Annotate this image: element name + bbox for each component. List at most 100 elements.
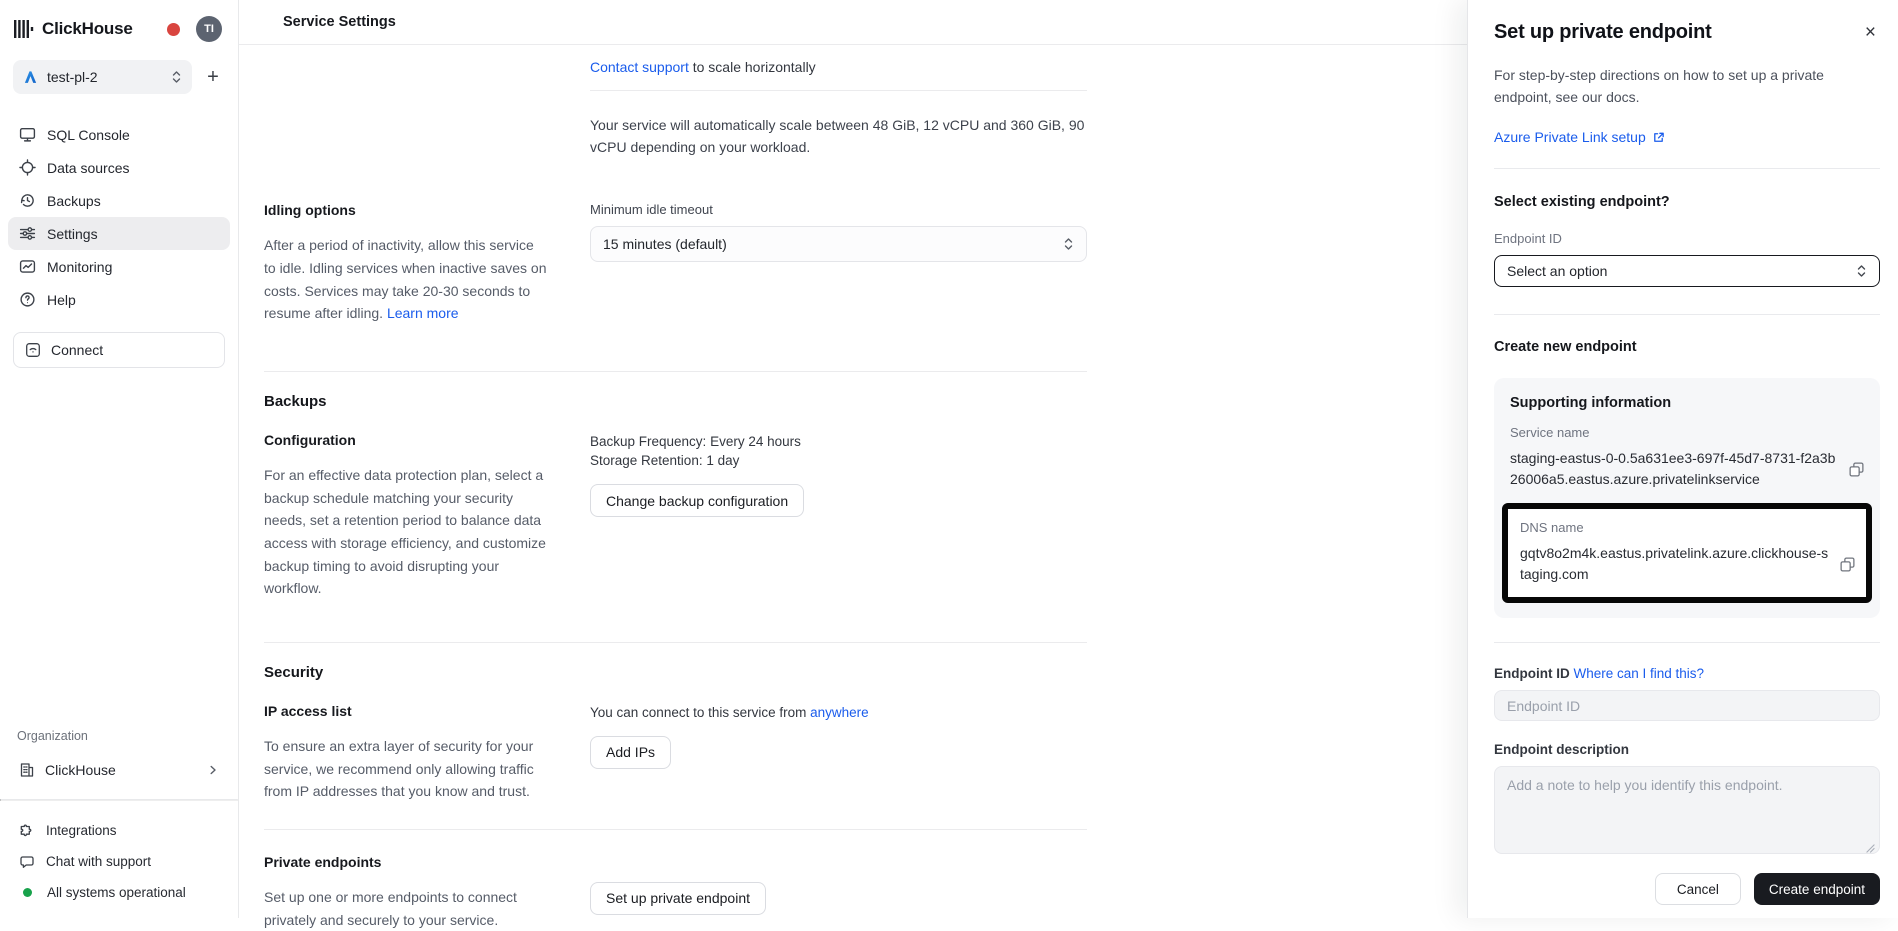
azure-icon [23, 70, 38, 85]
docs-link-label: Azure Private Link setup [1494, 129, 1646, 145]
brand-name: ClickHouse [42, 19, 133, 39]
chat-bubble-icon [19, 854, 35, 870]
organization-label: Organization [17, 729, 221, 743]
sidebar-item-help[interactable]: Help [8, 283, 230, 316]
security-section-divider [264, 642, 1087, 643]
backups-row: Configuration For an effective data prot… [264, 432, 1090, 600]
dns-name-highlight-frame: DNS name gqtv8o2m4k.eastus.privatelink.a… [1502, 503, 1872, 603]
sidebar-item-sql-console[interactable]: SQL Console [8, 118, 230, 151]
sidebar-item-chat-support[interactable]: Chat with support [8, 846, 230, 877]
monitoring-icon [19, 258, 36, 275]
connect-icon [25, 342, 41, 358]
copy-icon[interactable] [1848, 461, 1865, 478]
sidebar-item-label: Backups [47, 193, 101, 209]
recording-dot-icon [167, 23, 180, 36]
storage-retention-value: Storage Retention: 1 day [590, 451, 1087, 471]
contact-support-link[interactable]: Contact support [590, 59, 689, 75]
sidebar-item-monitoring[interactable]: Monitoring [8, 250, 230, 283]
scaling-row: Contact support to scale horizontally Yo… [264, 59, 1090, 158]
sidebar-item-data-sources[interactable]: Data sources [8, 151, 230, 184]
page-title: Service Settings [283, 14, 396, 30]
service-name-label: Service name [1510, 425, 1865, 440]
private-endpoints-description: Set up one or more endpoints to connect … [264, 886, 549, 931]
create-endpoint-button[interactable]: Create endpoint [1754, 873, 1880, 905]
clickhouse-logo-icon [13, 19, 35, 39]
scaling-divider [590, 90, 1087, 91]
ip-access-list-title: IP access list [264, 703, 549, 719]
ip-access-list-description: To ensure an extra layer of security for… [264, 735, 549, 803]
service-name: test-pl-2 [47, 69, 98, 85]
endpoint-id-label: Endpoint ID [1494, 666, 1573, 681]
sidebar-nav: SQL Console Data sources Backups [8, 118, 230, 316]
close-icon[interactable]: × [1861, 21, 1880, 44]
create-new-endpoint-title: Create new endpoint [1494, 339, 1880, 355]
settings-sliders-icon [19, 225, 36, 242]
security-row: IP access list To ensure an extra layer … [264, 703, 1090, 803]
chevron-updown-icon [1856, 264, 1867, 278]
idling-options-title: Idling options [264, 202, 549, 218]
sidebar-divider [0, 799, 238, 801]
chevron-updown-icon [1063, 237, 1074, 251]
idling-row: Idling options After a period of inactiv… [264, 202, 1090, 325]
panel-title: Set up private endpoint [1494, 21, 1712, 44]
service-selector[interactable]: test-pl-2 [13, 60, 192, 94]
idle-timeout-select[interactable]: 15 minutes (default) [590, 226, 1087, 262]
sidebar-item-integrations[interactable]: Integrations [8, 815, 230, 846]
status-green-dot-icon [23, 888, 32, 897]
main-header: Service Settings [239, 0, 1468, 45]
sql-console-icon [19, 126, 36, 143]
copy-icon[interactable] [1839, 556, 1856, 573]
chevron-updown-icon [171, 70, 182, 84]
connect-from-note: You can connect to this service from any… [590, 703, 1087, 723]
help-icon [19, 291, 36, 308]
connect-label: Connect [51, 342, 103, 358]
sidebar-item-backups[interactable]: Backups [8, 184, 230, 217]
organization-switcher[interactable]: ClickHouse [8, 753, 230, 787]
add-service-button[interactable]: + [201, 67, 225, 87]
sidebar-item-settings[interactable]: Settings [8, 217, 230, 250]
auto-scale-description: Your service will automatically scale be… [590, 114, 1087, 158]
connect-from-text: You can connect to this service from [590, 705, 810, 720]
idle-timeout-label: Minimum idle timeout [590, 202, 1087, 217]
anywhere-link[interactable]: anywhere [810, 705, 869, 720]
panel-divider [1494, 314, 1880, 315]
data-sources-icon [19, 159, 36, 176]
where-can-i-find-this-link[interactable]: Where can I find this? [1573, 666, 1704, 681]
sidebar-item-label: Monitoring [47, 259, 112, 275]
sidebar-item-label: SQL Console [47, 127, 130, 143]
organization-icon [19, 762, 35, 778]
scale-horizontally-text: to scale horizontally [689, 59, 816, 75]
avatar[interactable]: TI [196, 16, 222, 42]
backup-configuration-title: Configuration [264, 432, 549, 448]
setup-private-endpoint-button[interactable]: Set up private endpoint [590, 882, 766, 915]
azure-private-link-setup-link[interactable]: Azure Private Link setup [1494, 129, 1880, 145]
sidebar-item-label: Help [47, 292, 76, 308]
chevron-right-icon [207, 764, 219, 776]
sidebar-footer: Integrations Chat with support All syste… [8, 815, 230, 908]
backup-configuration-description: For an effective data protection plan, s… [264, 464, 549, 600]
supporting-information-title: Supporting information [1510, 395, 1865, 411]
sidebar-item-label: Settings [47, 226, 98, 242]
cancel-button[interactable]: Cancel [1655, 873, 1741, 905]
change-backup-configuration-button[interactable]: Change backup configuration [590, 484, 804, 517]
main-area: Service Settings Contact support to scal… [239, 0, 1468, 918]
sidebar-item-label: Data sources [47, 160, 129, 176]
endpoint-id-label-row: Endpoint ID Where can I find this? [1494, 666, 1880, 681]
existing-endpoint-select[interactable]: Select an option [1494, 255, 1880, 287]
backups-icon [19, 192, 36, 209]
status-label: All systems operational [47, 885, 186, 900]
system-status-item[interactable]: All systems operational [8, 877, 230, 908]
idle-timeout-value: 15 minutes (default) [603, 236, 727, 252]
endpoint-description-textarea[interactable] [1494, 766, 1880, 854]
panel-divider [1494, 168, 1880, 169]
learn-more-link[interactable]: Learn more [387, 305, 459, 321]
add-ips-button[interactable]: Add IPs [590, 736, 671, 769]
service-name-value: staging-eastus-0-0.5a631ee3-697f-45d7-87… [1510, 448, 1838, 490]
endpoint-description-label: Endpoint description [1494, 742, 1880, 757]
external-link-icon [1652, 131, 1665, 144]
panel-intro-text: For step-by-step directions on how to se… [1494, 65, 1864, 108]
backup-frequency-value: Backup Frequency: Every 24 hours [590, 432, 1087, 452]
endpoint-id-input[interactable] [1494, 690, 1880, 721]
security-section-title: Security [264, 664, 1090, 681]
connect-button[interactable]: Connect [13, 332, 225, 368]
